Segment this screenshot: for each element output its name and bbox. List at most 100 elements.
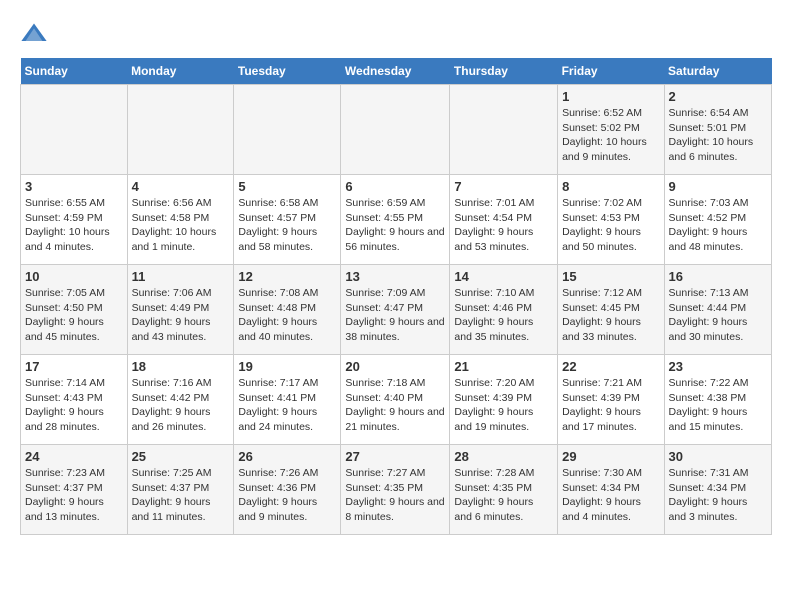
day-number: 18 (132, 359, 230, 374)
day-info: Sunrise: 7:08 AM Sunset: 4:48 PM Dayligh… (238, 286, 336, 345)
calendar-table: SundayMondayTuesdayWednesdayThursdayFrid… (20, 58, 772, 535)
day-cell: 7Sunrise: 7:01 AM Sunset: 4:54 PM Daylig… (450, 175, 558, 265)
day-number: 25 (132, 449, 230, 464)
day-number: 26 (238, 449, 336, 464)
calendar-body: 1Sunrise: 6:52 AM Sunset: 5:02 PM Daylig… (21, 85, 772, 535)
day-number: 14 (454, 269, 553, 284)
day-info: Sunrise: 7:26 AM Sunset: 4:36 PM Dayligh… (238, 466, 336, 525)
day-number: 30 (669, 449, 767, 464)
day-cell: 23 Sunrise: 7:22 AM Sunset: 4:38 PM Dayli… (664, 355, 771, 445)
day-number: 29 (562, 449, 659, 464)
day-number: 24 (25, 449, 123, 464)
day-info: Sunrise: 7:28 AM Sunset: 4:35 PM Dayligh… (454, 466, 553, 525)
day-cell: 8 Sunrise: 7:02 AM Sunset: 4:53 PM Daylig… (558, 175, 664, 265)
day-info: Sunrise: 6:59 AM Sunset: 4:55 PM Dayligh… (345, 196, 445, 255)
weekday-saturday: Saturday (664, 58, 771, 85)
day-cell (450, 85, 558, 175)
day-number: 9 (669, 179, 767, 194)
day-number: 17 (25, 359, 123, 374)
week-row-4: 17 Sunrise: 7:14 AM Sunset: 4:43 PM Dayli… (21, 355, 772, 445)
day-number: 19 (238, 359, 336, 374)
day-cell: 13 Sunrise: 7:09 AM Sunset: 4:47 PM Dayli… (341, 265, 450, 355)
day-info: Sunrise: 6:58 AM Sunset: 4:57 PM Dayligh… (238, 196, 336, 255)
day-number: 6 (345, 179, 445, 194)
day-info: Sunrise: 7:16 AM Sunset: 4:42 PM Dayligh… (132, 376, 230, 435)
day-cell: 30 Sunrise: 7:31 AM Sunset: 4:34 PM Dayli… (664, 445, 771, 535)
day-info: Sunrise: 7:05 AM Sunset: 4:50 PM Dayligh… (25, 286, 123, 345)
day-number: 2 (669, 89, 767, 104)
day-info: Sunrise: 7:17 AM Sunset: 4:41 PM Dayligh… (238, 376, 336, 435)
day-info: Sunrise: 7:23 AM Sunset: 4:37 PM Dayligh… (25, 466, 123, 525)
day-info: Sunrise: 7:06 AM Sunset: 4:49 PM Dayligh… (132, 286, 230, 345)
day-info: Sunrise: 7:02 AM Sunset: 4:53 PM Dayligh… (562, 196, 659, 255)
week-row-2: 3 Sunrise: 6:55 AM Sunset: 4:59 PM Daylig… (21, 175, 772, 265)
day-info: Sunrise: 7:12 AM Sunset: 4:45 PM Dayligh… (562, 286, 659, 345)
day-cell: 24 Sunrise: 7:23 AM Sunset: 4:37 PM Dayli… (21, 445, 128, 535)
day-info: Sunrise: 6:56 AM Sunset: 4:58 PM Dayligh… (132, 196, 230, 255)
day-number: 10 (25, 269, 123, 284)
day-number: 20 (345, 359, 445, 374)
day-info: Sunrise: 6:55 AM Sunset: 4:59 PM Dayligh… (25, 196, 123, 255)
day-number: 5 (238, 179, 336, 194)
day-cell: 21Sunrise: 7:20 AM Sunset: 4:39 PM Dayli… (450, 355, 558, 445)
day-info: Sunrise: 7:09 AM Sunset: 4:47 PM Dayligh… (345, 286, 445, 345)
day-cell: 14 Sunrise: 7:10 AM Sunset: 4:46 PM Dayli… (450, 265, 558, 355)
day-number: 27 (345, 449, 445, 464)
day-info: Sunrise: 7:14 AM Sunset: 4:43 PM Dayligh… (25, 376, 123, 435)
page-header (20, 20, 772, 48)
day-cell: 17 Sunrise: 7:14 AM Sunset: 4:43 PM Dayli… (21, 355, 128, 445)
day-number: 28 (454, 449, 553, 464)
day-number: 12 (238, 269, 336, 284)
day-info: Sunrise: 7:27 AM Sunset: 4:35 PM Dayligh… (345, 466, 445, 525)
day-cell (234, 85, 341, 175)
weekday-wednesday: Wednesday (341, 58, 450, 85)
day-cell: 16 Sunrise: 7:13 AM Sunset: 4:44 PM Dayli… (664, 265, 771, 355)
day-cell: 4 Sunrise: 6:56 AM Sunset: 4:58 PM Daylig… (127, 175, 234, 265)
weekday-tuesday: Tuesday (234, 58, 341, 85)
day-number: 3 (25, 179, 123, 194)
day-info: Sunrise: 7:03 AM Sunset: 4:52 PM Dayligh… (669, 196, 767, 255)
weekday-monday: Monday (127, 58, 234, 85)
week-row-3: 10 Sunrise: 7:05 AM Sunset: 4:50 PM Dayli… (21, 265, 772, 355)
day-info: Sunrise: 7:01 AM Sunset: 4:54 PM Dayligh… (454, 196, 553, 255)
day-info: Sunrise: 7:20 AM Sunset: 4:39 PM Dayligh… (454, 376, 553, 435)
day-info: Sunrise: 7:22 AM Sunset: 4:38 PM Dayligh… (669, 376, 767, 435)
day-number: 16 (669, 269, 767, 284)
day-cell (341, 85, 450, 175)
day-info: Sunrise: 7:30 AM Sunset: 4:34 PM Dayligh… (562, 466, 659, 525)
day-cell: 19 Sunrise: 7:17 AM Sunset: 4:41 PM Dayli… (234, 355, 341, 445)
day-info: Sunrise: 7:31 AM Sunset: 4:34 PM Dayligh… (669, 466, 767, 525)
day-info: Sunrise: 7:25 AM Sunset: 4:37 PM Dayligh… (132, 466, 230, 525)
day-cell: 1Sunrise: 6:52 AM Sunset: 5:02 PM Daylig… (558, 85, 664, 175)
day-info: Sunrise: 7:13 AM Sunset: 4:44 PM Dayligh… (669, 286, 767, 345)
day-cell (127, 85, 234, 175)
day-cell: 11 Sunrise: 7:06 AM Sunset: 4:49 PM Dayli… (127, 265, 234, 355)
day-cell: 3 Sunrise: 6:55 AM Sunset: 4:59 PM Daylig… (21, 175, 128, 265)
day-cell: 27 Sunrise: 7:27 AM Sunset: 4:35 PM Dayli… (341, 445, 450, 535)
logo (20, 20, 52, 48)
weekday-thursday: Thursday (450, 58, 558, 85)
day-cell: 26 Sunrise: 7:26 AM Sunset: 4:36 PM Dayli… (234, 445, 341, 535)
day-cell: 15 Sunrise: 7:12 AM Sunset: 4:45 PM Dayli… (558, 265, 664, 355)
day-cell: 6 Sunrise: 6:59 AM Sunset: 4:55 PM Daylig… (341, 175, 450, 265)
weekday-sunday: Sunday (21, 58, 128, 85)
day-number: 11 (132, 269, 230, 284)
day-cell: 2 Sunrise: 6:54 AM Sunset: 5:01 PM Daylig… (664, 85, 771, 175)
day-info: Sunrise: 6:54 AM Sunset: 5:01 PM Dayligh… (669, 106, 767, 165)
week-row-1: 1Sunrise: 6:52 AM Sunset: 5:02 PM Daylig… (21, 85, 772, 175)
weekday-header: SundayMondayTuesdayWednesdayThursdayFrid… (21, 58, 772, 85)
day-info: Sunrise: 7:18 AM Sunset: 4:40 PM Dayligh… (345, 376, 445, 435)
weekday-friday: Friday (558, 58, 664, 85)
day-info: Sunrise: 6:52 AM Sunset: 5:02 PM Dayligh… (562, 106, 659, 165)
week-row-5: 24 Sunrise: 7:23 AM Sunset: 4:37 PM Dayli… (21, 445, 772, 535)
day-info: Sunrise: 7:10 AM Sunset: 4:46 PM Dayligh… (454, 286, 553, 345)
day-cell: 20 Sunrise: 7:18 AM Sunset: 4:40 PM Dayli… (341, 355, 450, 445)
day-number: 15 (562, 269, 659, 284)
day-number: 23 (669, 359, 767, 374)
day-number: 8 (562, 179, 659, 194)
day-number: 22 (562, 359, 659, 374)
day-cell: 25 Sunrise: 7:25 AM Sunset: 4:37 PM Dayli… (127, 445, 234, 535)
day-number: 13 (345, 269, 445, 284)
day-number: 4 (132, 179, 230, 194)
day-info: Sunrise: 7:21 AM Sunset: 4:39 PM Dayligh… (562, 376, 659, 435)
